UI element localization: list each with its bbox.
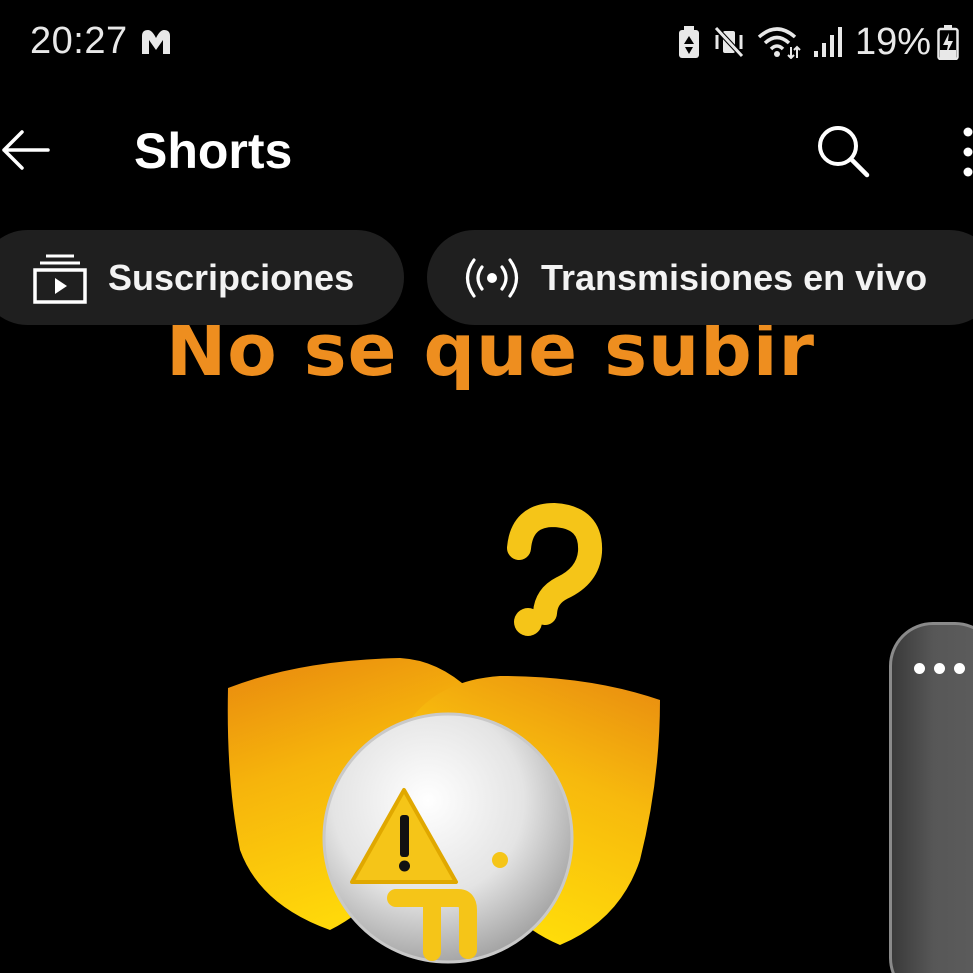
battery-saver-icon <box>678 26 699 58</box>
question-mark-icon <box>507 502 603 636</box>
page-title: Shorts <box>134 123 293 179</box>
battery-percent: 19% <box>854 20 931 63</box>
search-icon <box>818 126 870 178</box>
live-broadcast-icon <box>465 257 519 298</box>
signal-icon <box>813 27 842 57</box>
shorts-screen: No se que subir 20:27 19% Shorts Suscrip… <box>0 0 973 973</box>
app-header: Shorts <box>0 100 973 204</box>
more-vert-icon <box>963 127 973 177</box>
wifi-icon <box>757 27 801 59</box>
status-bar: 20:27 19% <box>0 0 973 86</box>
orb-dot-shape <box>492 852 508 868</box>
chip-subscriptions[interactable]: Suscripciones <box>0 230 404 325</box>
search-button[interactable] <box>812 120 874 182</box>
more-options-button[interactable] <box>958 122 973 182</box>
subscriptions-icon <box>33 254 87 304</box>
status-time: 20:27 <box>30 20 128 62</box>
edge-panel-handle[interactable] <box>889 622 973 973</box>
status-icons: 19% <box>677 18 959 66</box>
back-button[interactable] <box>0 122 56 178</box>
battery-charging-icon <box>937 25 959 60</box>
back-arrow-icon <box>2 130 50 170</box>
malwarebytes-icon <box>142 30 170 54</box>
chip-live[interactable]: Transmisiones en vivo <box>427 230 973 325</box>
vibrate-mute-icon <box>714 26 744 58</box>
chip-live-label: Transmisiones en vivo <box>541 256 928 298</box>
chip-subscriptions-label: Suscripciones <box>108 256 355 298</box>
center-orb-shape <box>322 712 574 964</box>
more-horiz-icon <box>914 663 973 674</box>
